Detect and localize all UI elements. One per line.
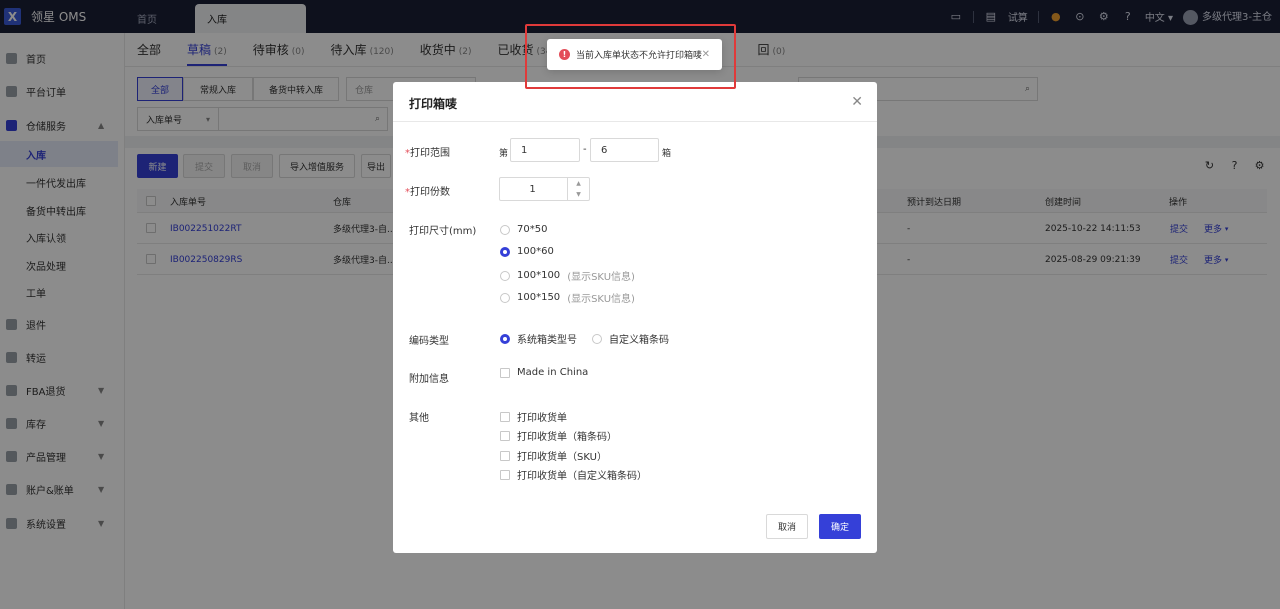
print-receipt-sku-checkbox[interactable]: 打印收货单（SKU） xyxy=(500,448,607,463)
print-receipt-box-barcode-checkbox[interactable]: 打印收货单（箱条码） xyxy=(500,428,617,443)
chevron-up-icon[interactable]: ▲ xyxy=(576,180,581,187)
radio-icon xyxy=(500,224,510,235)
print-receipt-checkbox[interactable]: 打印收货单 xyxy=(500,409,567,424)
range-from-input[interactable]: 1 xyxy=(510,138,580,162)
checkbox-icon xyxy=(500,430,510,441)
dialog-confirm-button[interactable]: 确定 xyxy=(819,514,861,539)
extra-info-label: 附加信息 xyxy=(409,374,449,385)
code-option-system[interactable]: 系统箱类型号 xyxy=(500,331,577,346)
chevron-down-icon[interactable]: ▼ xyxy=(576,191,581,198)
highlight-box xyxy=(525,24,736,89)
radio-icon xyxy=(500,270,510,281)
print-size-label: 打印尺寸(mm) xyxy=(409,226,477,237)
size-option-70x50[interactable]: 70*50 xyxy=(500,224,547,235)
divider xyxy=(393,121,877,122)
checkbox-icon xyxy=(500,411,510,422)
size-option-100x100[interactable]: 100*100 (显示SKU信息) xyxy=(500,268,635,283)
copies-stepper[interactable]: 1 ▲ ▼ xyxy=(499,177,590,201)
dialog-title: 打印箱唛 xyxy=(409,97,458,111)
range-suffix: 箱 xyxy=(662,149,672,159)
range-prefix: 第 xyxy=(499,149,509,159)
range-dash: - xyxy=(583,144,587,155)
radio-icon xyxy=(500,292,510,303)
print-receipt-custom-barcode-checkbox[interactable]: 打印收货单（自定义箱条码） xyxy=(500,467,647,482)
checkbox-icon xyxy=(500,469,510,480)
print-box-label-dialog: 打印箱唛 ✕ *打印范围 第 1 - 6 箱 *打印份数 1 ▲ ▼ 打印尺寸(m… xyxy=(393,82,877,553)
code-option-custom[interactable]: 自定义箱条码 xyxy=(592,331,669,346)
copies-label: *打印份数 xyxy=(405,187,450,198)
dialog-cancel-button[interactable]: 取消 xyxy=(766,514,808,539)
print-range-label: *打印范围 xyxy=(405,148,450,159)
radio-icon xyxy=(592,333,602,344)
other-label: 其他 xyxy=(409,413,429,424)
radio-checked-icon xyxy=(500,246,510,257)
radio-checked-icon xyxy=(500,333,510,344)
size-option-100x60[interactable]: 100*60 xyxy=(500,246,554,257)
range-to-input[interactable]: 6 xyxy=(590,138,659,162)
stepper-arrows[interactable]: ▲ ▼ xyxy=(567,178,589,200)
made-in-china-checkbox[interactable]: Made in China xyxy=(500,367,588,378)
checkbox-icon xyxy=(500,367,510,378)
size-option-100x150[interactable]: 100*150 (显示SKU信息) xyxy=(500,290,635,305)
code-type-label: 编码类型 xyxy=(409,336,449,347)
checkbox-icon xyxy=(500,450,510,461)
close-icon[interactable]: ✕ xyxy=(851,94,863,110)
